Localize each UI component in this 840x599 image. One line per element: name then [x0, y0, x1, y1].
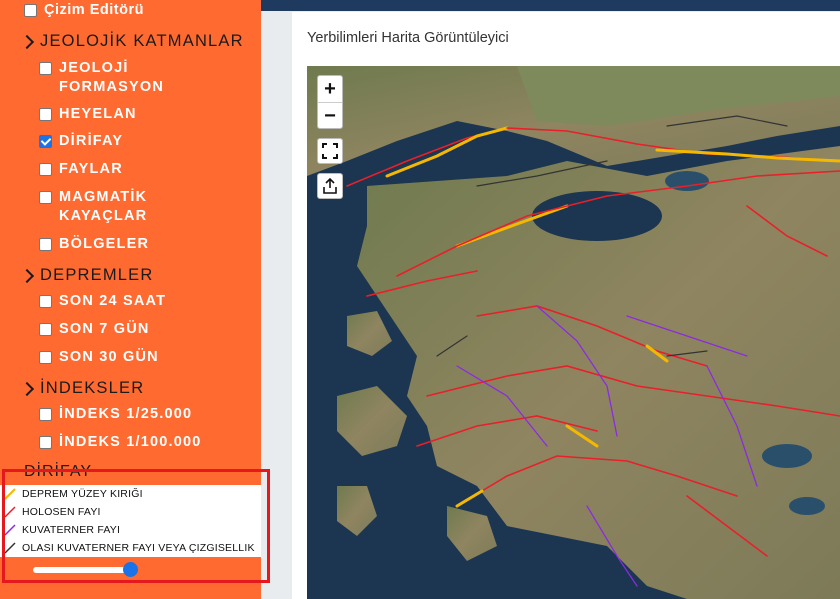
regions-label: BÖLGELER	[59, 236, 150, 252]
layer-item-geology-formation[interactable]: JEOLOJİ FORMASYON	[39, 59, 164, 97]
index-100000-label: İNDEKS 1/100.000	[59, 434, 202, 450]
drawing-editor-toggle[interactable]: Çizim Editörü	[24, 1, 144, 20]
legend-highlight-box	[2, 469, 270, 583]
landslide-label: HEYELAN	[59, 106, 137, 122]
active-fault-label: DİRİFAY	[59, 133, 124, 149]
layer-item-last-24h[interactable]: SON 24 SAAT	[39, 292, 166, 311]
magmatic-rocks-label: MAGMATİK KAYAÇLAR	[59, 188, 147, 226]
layer-item-active-fault[interactable]: DİRİFAY	[39, 132, 123, 151]
top-header-bar	[261, 0, 840, 11]
index-25000-label: İNDEKS 1/25.000	[59, 406, 193, 422]
chevron-right-icon	[19, 381, 35, 396]
layer-item-landslide[interactable]: HEYELAN	[39, 105, 137, 124]
geology-formation-label: JEOLOJİ FORMASYON	[59, 59, 164, 97]
section-indexes[interactable]: İNDEKSLER	[19, 379, 145, 398]
satellite-map-image	[307, 66, 840, 599]
last-30d-checkbox[interactable]	[39, 351, 52, 364]
layer-item-last-30d[interactable]: SON 30 GÜN	[39, 348, 159, 367]
last-7d-label: SON 7 GÜN	[59, 321, 150, 337]
last-30d-label: SON 30 GÜN	[59, 349, 159, 365]
landslide-checkbox[interactable]	[39, 108, 52, 121]
layer-item-last-7d[interactable]: SON 7 GÜN	[39, 320, 150, 339]
layer-item-magmatic-rocks[interactable]: MAGMATİK KAYAÇLAR	[39, 188, 147, 226]
layer-item-faults[interactable]: FAYLAR	[39, 160, 123, 179]
zoom-control: + −	[317, 75, 343, 129]
layer-item-index-100000[interactable]: İNDEKS 1/100.000	[39, 433, 202, 452]
section-earthquakes[interactable]: DEPREMLER	[19, 266, 154, 285]
chevron-right-icon	[19, 268, 35, 283]
chevron-right-icon	[19, 34, 35, 49]
map-panel-title: Yerbilimleri Harita Görüntüleyici	[307, 30, 509, 46]
geology-formation-label-line1: JEOLOJİ	[59, 60, 129, 76]
share-button[interactable]	[317, 173, 343, 199]
layer-item-index-25000[interactable]: İNDEKS 1/25.000	[39, 405, 192, 424]
geology-formation-label-line2: FORMASYON	[59, 79, 165, 95]
zoom-in-button[interactable]: +	[318, 76, 342, 102]
layer-item-regions[interactable]: BÖLGELER	[39, 235, 149, 254]
magmatic-rocks-label-line1: MAGMATİK	[59, 189, 148, 205]
active-fault-checkbox[interactable]	[39, 135, 52, 148]
magmatic-rocks-checkbox[interactable]	[39, 191, 52, 204]
section-indexes-title: İNDEKSLER	[40, 379, 145, 397]
drawing-editor-checkbox[interactable]	[24, 4, 37, 17]
index-25000-checkbox[interactable]	[39, 408, 52, 421]
share-icon	[323, 178, 337, 194]
faults-label: FAYLAR	[59, 161, 123, 177]
map-view[interactable]	[307, 66, 840, 599]
section-geology-layers[interactable]: JEOLOJİK KATMANLAR	[19, 32, 244, 51]
fullscreen-icon	[322, 143, 338, 159]
last-24h-checkbox[interactable]	[39, 295, 52, 308]
last-7d-checkbox[interactable]	[39, 323, 52, 336]
drawing-editor-label: Çizim Editörü	[44, 2, 144, 18]
section-geology-title: JEOLOJİK KATMANLAR	[40, 32, 244, 50]
last-24h-label: SON 24 SAAT	[59, 293, 167, 309]
zoom-out-button[interactable]: −	[318, 103, 342, 129]
faults-checkbox[interactable]	[39, 163, 52, 176]
index-100000-checkbox[interactable]	[39, 436, 52, 449]
geology-formation-checkbox[interactable]	[39, 62, 52, 75]
section-earthquakes-title: DEPREMLER	[40, 266, 154, 284]
regions-checkbox[interactable]	[39, 238, 52, 251]
fullscreen-button[interactable]	[317, 138, 343, 164]
magmatic-rocks-label-line2: KAYAÇLAR	[59, 208, 148, 224]
